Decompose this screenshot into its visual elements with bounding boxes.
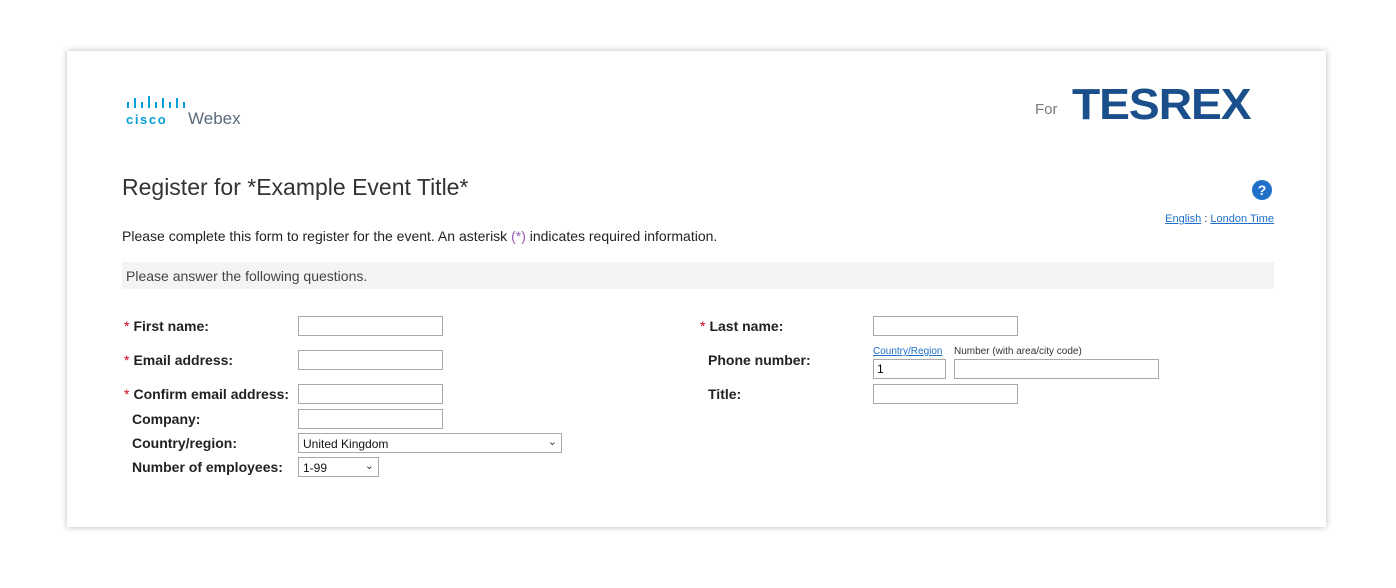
required-star: *	[124, 318, 130, 334]
section-heading: Please answer the following questions.	[126, 268, 368, 284]
chevron-down-icon: ⌄	[364, 460, 374, 472]
cisco-wordmark: cisco	[126, 112, 168, 127]
last-name-label: * Last name:	[700, 318, 783, 334]
page-title: Register for *Example Event Title*	[122, 174, 469, 200]
company-label: Company:	[132, 411, 201, 427]
required-star: *	[124, 352, 130, 368]
cisco-webex-logo: cisco Webex	[126, 96, 256, 130]
title-input[interactable]	[873, 384, 1018, 404]
cisco-bars-icon	[127, 96, 185, 108]
confirm-email-input[interactable]	[298, 384, 443, 404]
last-name-input[interactable]	[873, 316, 1018, 336]
section-header: Please answer the following questions.	[122, 262, 1274, 289]
required-star: *	[124, 386, 130, 402]
country-selected-value: United Kingdom	[303, 437, 389, 451]
phone-country-code-input[interactable]	[873, 359, 946, 379]
intro-required-marker: (*)	[511, 228, 526, 244]
timezone-link[interactable]: London Time	[1210, 213, 1274, 225]
employees-selected-value: 1-99	[303, 461, 328, 475]
email-label: * Email address:	[124, 352, 233, 368]
confirm-email-label-text: Confirm email address:	[133, 386, 290, 402]
country-label: Country/region:	[132, 435, 237, 451]
intro-text: Please complete this form to register fo…	[122, 228, 717, 244]
registration-card: cisco Webex For TESREX Register for *Exa…	[67, 51, 1326, 527]
partner-logo: TESREX	[1072, 80, 1252, 129]
email-input[interactable]	[298, 350, 443, 370]
employees-label: Number of employees:	[132, 459, 283, 475]
phone-number-hint: Number (with area/city code)	[954, 346, 1082, 357]
first-name-label-text: First name:	[133, 318, 209, 334]
country-region-link[interactable]: Country/Region	[873, 346, 942, 357]
webex-wordmark: Webex	[188, 109, 241, 128]
locale-separator: :	[1204, 213, 1208, 225]
locale-links: English : London Time	[1165, 213, 1274, 225]
phone-number-input[interactable]	[954, 359, 1159, 379]
help-question-icon[interactable]: ?	[1252, 180, 1272, 200]
language-link[interactable]: English	[1165, 213, 1201, 225]
required-star: *	[700, 318, 706, 334]
employees-select[interactable]: 1-99 ⌄	[298, 457, 379, 477]
confirm-email-label: * Confirm email address:	[124, 386, 289, 402]
country-select[interactable]: United Kingdom ⌄	[298, 433, 562, 453]
first-name-input[interactable]	[298, 316, 443, 336]
company-input[interactable]	[298, 409, 443, 429]
chevron-down-icon: ⌄	[547, 436, 557, 448]
intro-before: Please complete this form to register fo…	[122, 228, 512, 244]
for-label: For	[1035, 101, 1058, 118]
first-name-label: * First name:	[124, 318, 209, 334]
email-label-text: Email address:	[133, 352, 234, 368]
intro-after: indicates required information.	[525, 228, 718, 244]
phone-label: Phone number:	[708, 352, 811, 368]
last-name-label-text: Last name:	[709, 318, 784, 334]
title-label: Title:	[708, 386, 742, 402]
